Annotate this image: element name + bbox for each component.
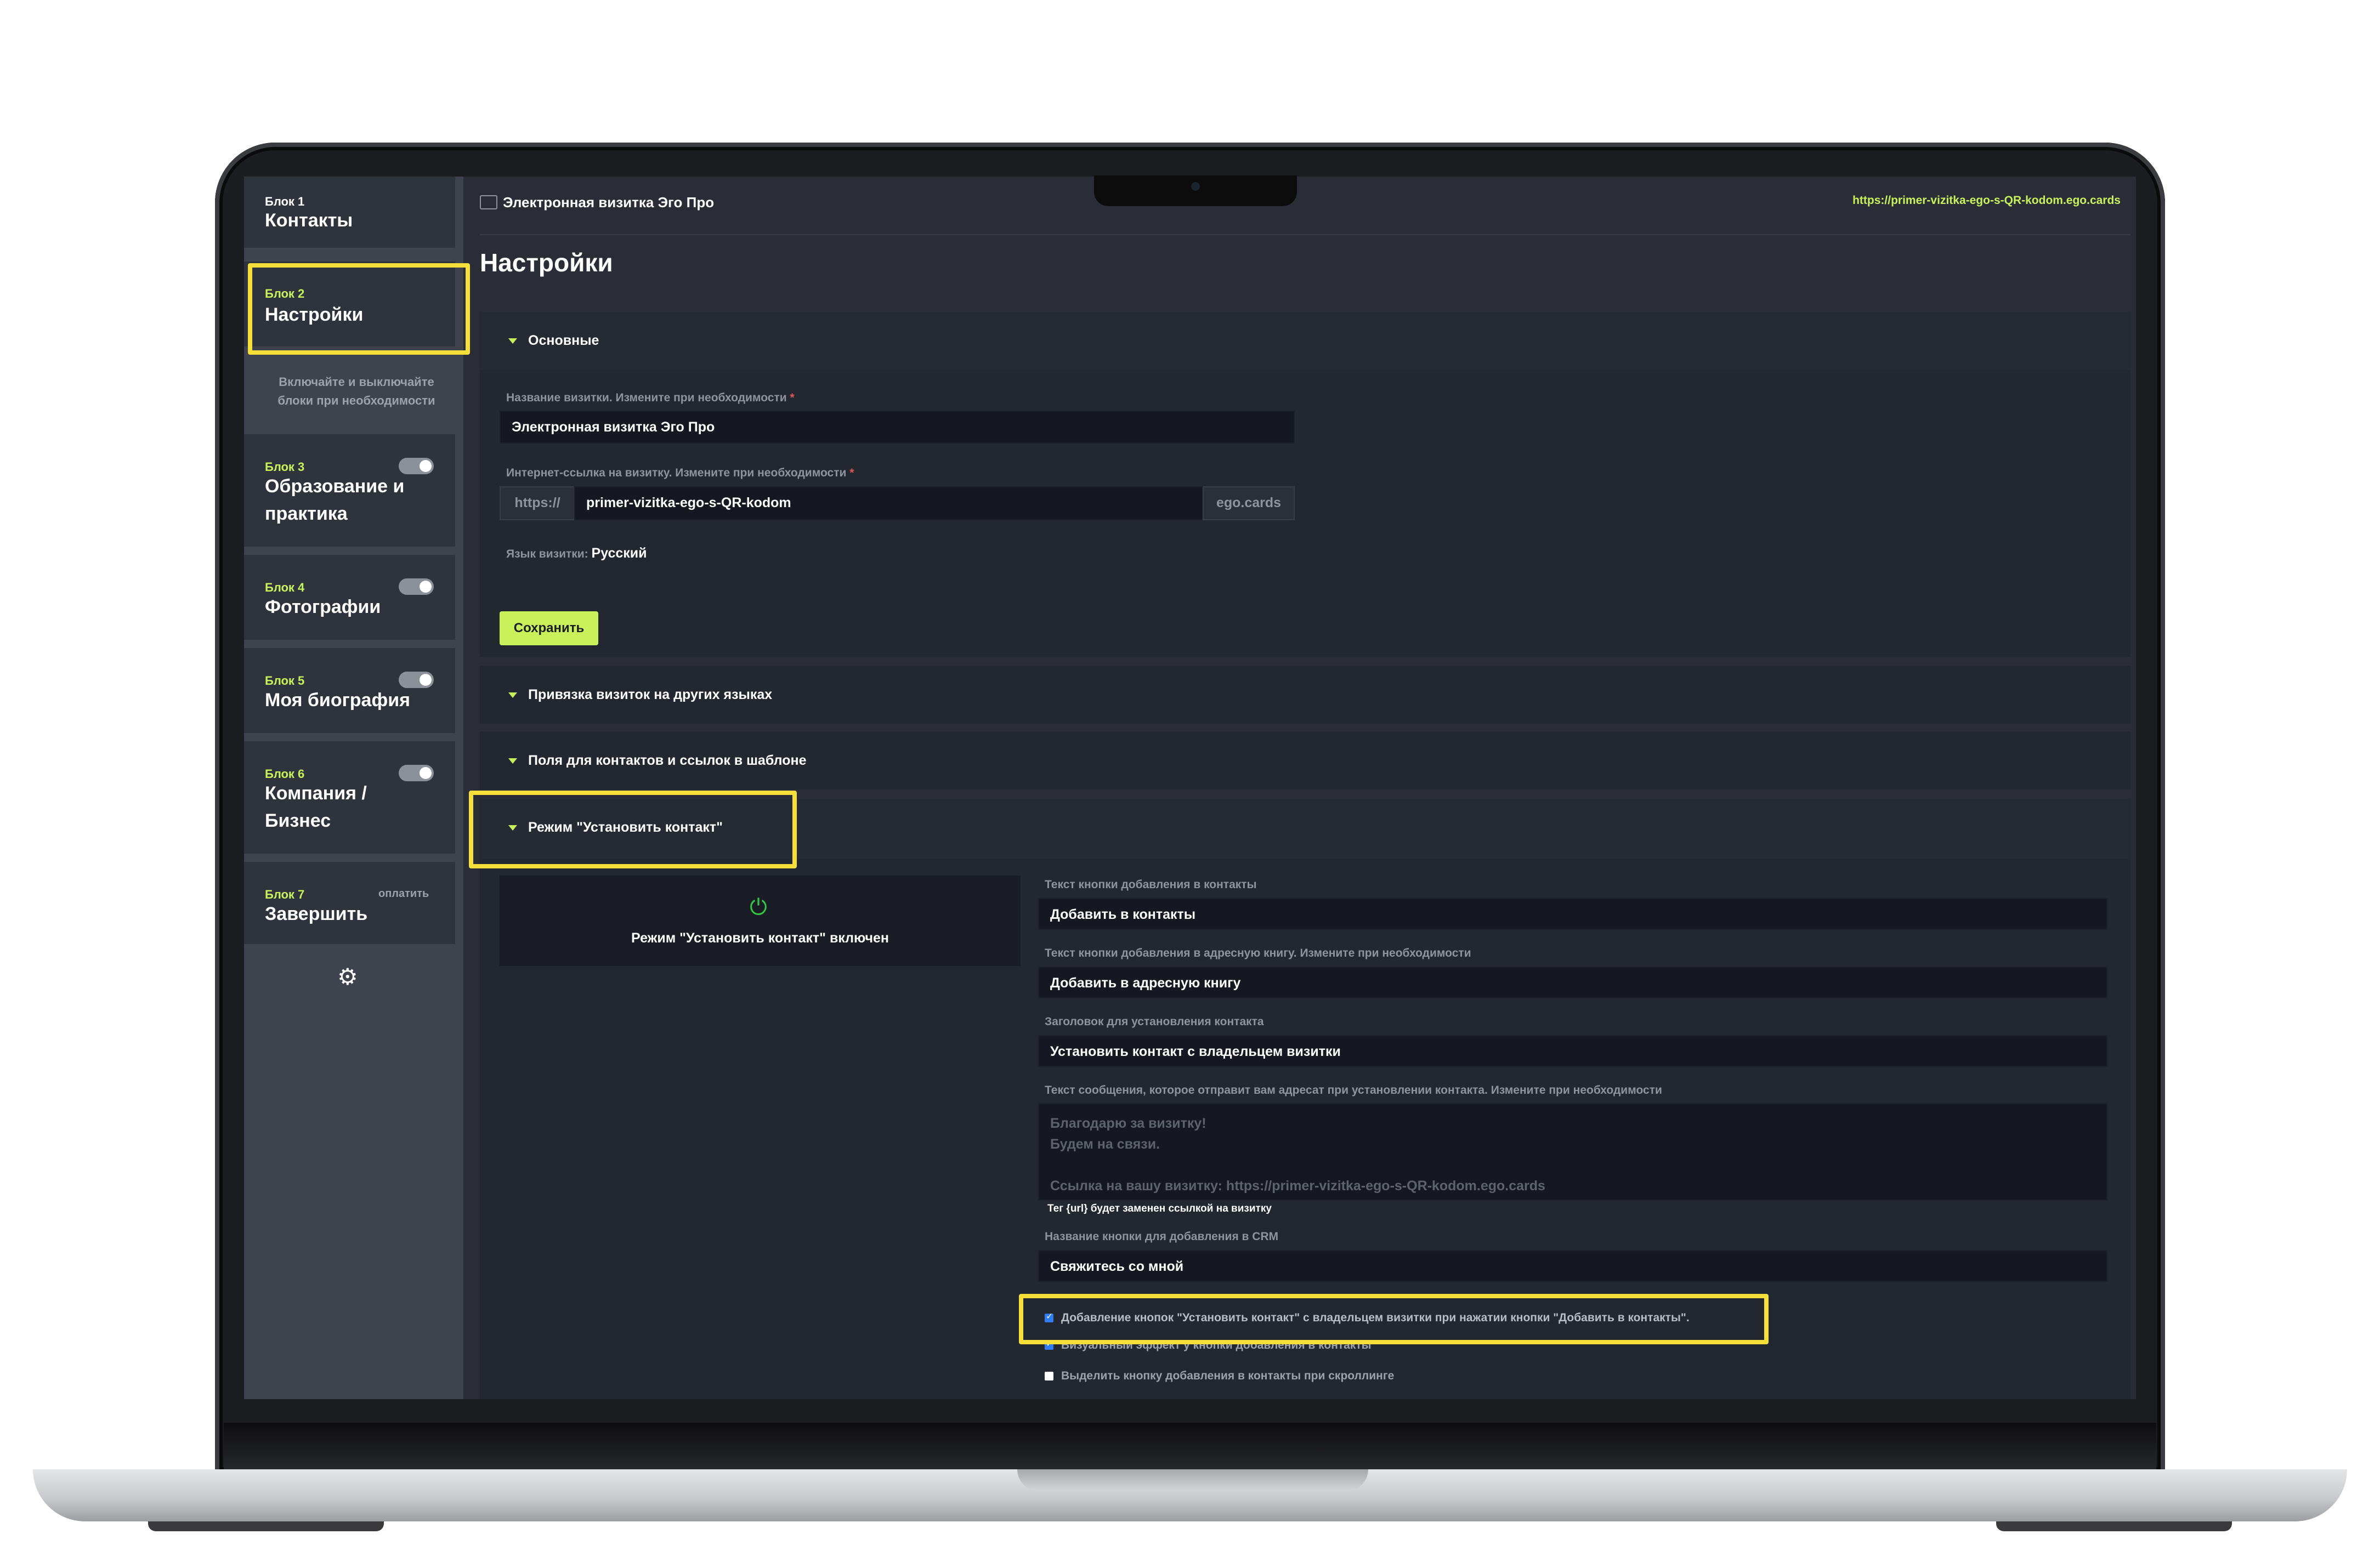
page-title: Настройки: [480, 248, 613, 277]
caret-down-icon: [508, 825, 517, 831]
sidebar-item-contacts[interactable]: Блок 1 Контакты: [244, 177, 455, 248]
section-contact-mode-header[interactable]: Режим "Установить контакт": [480, 799, 2130, 859]
camera-notch: [1094, 175, 1297, 206]
section-basic: Основные Название визитки. Измените при …: [480, 312, 2130, 657]
sidebar: Блок 1 Контакты Блок 2 Настройки Включай…: [244, 177, 463, 1399]
section-basic-header[interactable]: Основные: [480, 312, 2130, 370]
sidebar-item-label: Моя биография: [265, 690, 410, 711]
contact-header-label: Заголовок для установления контакта: [1045, 1015, 1264, 1028]
laptop-foot-right: [1996, 1521, 2232, 1531]
add-contact-label: Текст кнопки добавления в контакты: [1045, 878, 1257, 891]
card-language-value[interactable]: Русский: [592, 546, 647, 561]
contact-mode-status: Режим "Установить контакт" включен: [631, 930, 889, 946]
sidebar-item-photos[interactable]: Блок 4 Фотографии: [244, 555, 455, 640]
address-book-label: Текст кнопки добавления в адресную книгу…: [1045, 947, 1471, 959]
section-title: Привязка визиток на других языках: [528, 687, 773, 702]
crm-label: Название кнопки для добавления в CRM: [1045, 1230, 1279, 1243]
sidebar-item-settings[interactable]: Блок 2 Настройки: [244, 262, 455, 346]
app-title: Электронная визитка Эго Про: [503, 194, 715, 211]
section-title: Режим "Установить контакт": [528, 820, 723, 835]
section-title: Основные: [528, 333, 599, 348]
checkbox-row[interactable]: Выделить кнопку добавления в контакты пр…: [1045, 1370, 1394, 1383]
card-url-input[interactable]: primer-vizitka-ego-s-QR-kodom: [574, 486, 1204, 520]
sidebar-item-label: Контакты: [265, 210, 353, 231]
camera-icon: [1191, 182, 1200, 191]
message-hint: Тег {url} будет заменен ссылкой на визит…: [1047, 1203, 1272, 1214]
gear-icon[interactable]: ⚙: [337, 963, 358, 990]
sidebar-item-label: Образование и практика: [265, 476, 405, 524]
checkbox-checked[interactable]: [1045, 1311, 1053, 1322]
block-toggle[interactable]: [399, 458, 434, 474]
checkbox-unchecked[interactable]: [1045, 1372, 1053, 1380]
laptop-bezel-bottom: [224, 1423, 2156, 1469]
message-label: Текст сообщения, которое отправит вам ад…: [1045, 1084, 1662, 1097]
add-contact-input[interactable]: Добавить в контакты: [1038, 898, 2107, 930]
card-url-label: Интернет-ссылка на визитку. Измените при…: [506, 467, 854, 479]
url-prefix: https://: [500, 486, 575, 520]
laptop-base-notch: [1017, 1469, 1368, 1491]
block-toggle[interactable]: [399, 672, 434, 688]
checkbox-row[interactable]: Визуальный эффект у кнопки добавления в …: [1045, 1338, 1372, 1352]
card-name-input[interactable]: Электронная визитка Эго Про: [500, 411, 1295, 444]
section-linking[interactable]: Привязка визиток на других языках: [480, 666, 2130, 724]
card-url-link[interactable]: https://primer-vizitka-ego-s-QR-kodom.eg…: [1852, 194, 2121, 207]
sidebar-item-label: Компания / Бизнес: [265, 783, 367, 831]
contact-header-input[interactable]: Установить контакт с владельцем визитки: [1038, 1035, 2107, 1067]
section-title: Поля для контактов и ссылок в шаблоне: [528, 753, 807, 768]
sidebar-item-education[interactable]: Блок 3 Образование и практика: [244, 434, 455, 547]
sidebar-item-finish[interactable]: Блок 7 оплатить Завершить: [244, 862, 455, 944]
top-bar: Электронная визитка Эго Про https://prim…: [480, 177, 2130, 235]
section-fields[interactable]: Поля для контактов и ссылок в шаблоне: [480, 732, 2130, 789]
main-content: Электронная визитка Эго Про https://prim…: [480, 177, 2136, 1399]
caret-down-icon: [508, 338, 517, 344]
message-textarea[interactable]: Благодарю за визитку! Будем на связи. Сс…: [1038, 1103, 2107, 1201]
pay-badge[interactable]: оплатить: [378, 888, 429, 900]
checkbox-row[interactable]: Добавление кнопок "Установить контакт" с…: [1045, 1311, 1690, 1325]
checkbox-checked[interactable]: [1045, 1338, 1053, 1350]
sidebar-item-num: Блок 2: [265, 287, 305, 300]
address-book-input[interactable]: Добавить в адресную книгу: [1038, 967, 2107, 998]
sidebar-item-company[interactable]: Блок 6 Компания / Бизнес: [244, 741, 455, 854]
card-icon: [480, 195, 497, 209]
laptop-foot-left: [148, 1521, 384, 1531]
sidebar-hint: Включайте и выключайте блоки при необход…: [277, 375, 435, 407]
sidebar-item-label: Настройки: [265, 304, 364, 325]
block-toggle[interactable]: [399, 578, 434, 595]
sidebar-item-label: Фотографии: [265, 596, 381, 617]
url-suffix: ego.cards: [1203, 486, 1295, 520]
block-toggle[interactable]: [399, 765, 434, 781]
sidebar-item-biography[interactable]: Блок 5 Моя биография: [244, 648, 455, 733]
save-button[interactable]: Сохранить: [500, 611, 598, 645]
power-icon[interactable]: ⏻: [747, 896, 769, 918]
sidebar-item-label: Завершить: [265, 904, 368, 924]
card-name-label: Название визитки. Измените при необходим…: [506, 391, 795, 404]
crm-input[interactable]: Свяжитесь со мной: [1038, 1250, 2107, 1282]
screen: Блок 1 Контакты Блок 2 Настройки Включай…: [244, 177, 2136, 1399]
contact-mode-status-card: ⏻ Режим "Установить контакт" включен: [500, 876, 1021, 966]
card-language: Язык визитки: Русский: [506, 546, 647, 561]
caret-down-icon: [508, 692, 517, 698]
caret-down-icon: [508, 758, 517, 764]
